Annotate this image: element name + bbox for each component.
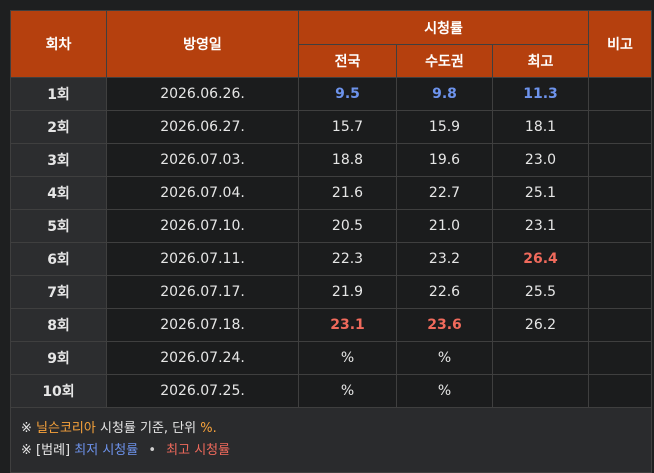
- table-header: 회차 방영일 시청률 비고 전국 수도권 최고: [10, 10, 653, 78]
- remarks-cell: [588, 143, 653, 177]
- episode-cell: 4회: [10, 176, 107, 210]
- peak-cell: 11.3: [491, 77, 590, 111]
- note-unit: %.: [200, 421, 217, 436]
- table-row: 2회 2026.06.27. 15.7 15.9 18.1: [10, 110, 653, 144]
- header-air-date: 방영일: [106, 10, 299, 78]
- capital-cell: 9.8: [396, 77, 493, 111]
- note-mark: ※: [21, 443, 32, 458]
- note-mark: ※: [21, 421, 32, 436]
- nationwide-cell: %: [298, 374, 397, 408]
- nationwide-cell: 21.9: [298, 275, 397, 309]
- table-row: 5회 2026.07.10. 20.5 21.0 23.1: [10, 209, 653, 243]
- table-row: 10회 2026.07.25. % %: [10, 374, 653, 408]
- remarks-cell: [588, 77, 653, 111]
- header-peak: 최고: [491, 44, 590, 78]
- peak-cell: 23.0: [491, 143, 590, 177]
- peak-cell: 18.1: [491, 110, 590, 144]
- episode-cell: 9회: [10, 341, 107, 375]
- remarks-cell: [588, 374, 653, 408]
- remarks-cell: [588, 242, 653, 276]
- table-row: 8회 2026.07.18. 23.1 23.6 26.2: [10, 308, 653, 342]
- nationwide-cell: 20.5: [298, 209, 397, 243]
- table-row: 9회 2026.07.24. % %: [10, 341, 653, 375]
- episode-cell: 7회: [10, 275, 107, 309]
- episode-cell: 2회: [10, 110, 107, 144]
- nationwide-cell: 9.5: [298, 77, 397, 111]
- nationwide-cell: 18.8: [298, 143, 397, 177]
- date-cell: 2026.07.10.: [106, 209, 299, 243]
- nationwide-cell: 21.6: [298, 176, 397, 210]
- capital-cell: %: [396, 374, 493, 408]
- episode-cell: 3회: [10, 143, 107, 177]
- table-notes: ※ 닐슨코리아 시청률 기준, 단위 %. ※ [범례] 최저 시청률 • 최고…: [9, 407, 653, 473]
- date-cell: 2026.07.04.: [106, 176, 299, 210]
- table-row: 4회 2026.07.04. 21.6 22.7 25.1: [10, 176, 653, 210]
- table-row: 1회 2026.06.26. 9.5 9.8 11.3: [10, 77, 653, 111]
- peak-cell: 25.1: [491, 176, 590, 210]
- date-cell: 2026.07.18.: [106, 308, 299, 342]
- table-row: 7회 2026.07.17. 21.9 22.6 25.5: [10, 275, 653, 309]
- date-cell: 2026.07.24.: [106, 341, 299, 375]
- remarks-cell: [588, 209, 653, 243]
- peak-cell: [491, 374, 590, 408]
- remarks-cell: [588, 308, 653, 342]
- note-legend-line: ※ [범례] 최저 시청률 • 최고 시청률: [21, 440, 641, 462]
- capital-cell: 23.2: [396, 242, 493, 276]
- table-body: 1회 2026.06.26. 9.5 9.8 11.3 2회 2026.06.2…: [9, 77, 653, 473]
- peak-cell: 25.5: [491, 275, 590, 309]
- peak-cell: 26.4: [491, 242, 590, 276]
- episode-cell: 1회: [10, 77, 107, 111]
- note-source-line: ※ 닐슨코리아 시청률 기준, 단위 %.: [21, 418, 641, 440]
- episode-cell: 5회: [10, 209, 107, 243]
- legend-highest: 최고 시청률: [166, 443, 231, 458]
- date-cell: 2026.06.26.: [106, 77, 299, 111]
- note-source-text: 시청률 기준, 단위: [100, 421, 197, 436]
- header-remarks: 비고: [588, 10, 653, 78]
- episode-cell: 10회: [10, 374, 107, 408]
- nationwide-cell: 23.1: [298, 308, 397, 342]
- header-episode: 회차: [10, 10, 107, 78]
- ratings-table-container: 회차 방영일 시청률 비고 전국 수도권 최고 1회 2026.06.26. 9…: [9, 10, 653, 473]
- capital-cell: %: [396, 341, 493, 375]
- capital-cell: 21.0: [396, 209, 493, 243]
- remarks-cell: [588, 176, 653, 210]
- header-nationwide: 전국: [298, 44, 397, 78]
- date-cell: 2026.06.27.: [106, 110, 299, 144]
- note-source-name: 닐슨코리아: [36, 421, 96, 436]
- table-row: 3회 2026.07.03. 18.8 19.6 23.0: [10, 143, 653, 177]
- peak-cell: [491, 341, 590, 375]
- table-row: 6회 2026.07.11. 22.3 23.2 26.4: [10, 242, 653, 276]
- nationwide-cell: %: [298, 341, 397, 375]
- nationwide-cell: 15.7: [298, 110, 397, 144]
- episode-cell: 6회: [10, 242, 107, 276]
- date-cell: 2026.07.25.: [106, 374, 299, 408]
- header-ratings-group: 시청률: [297, 10, 590, 45]
- peak-cell: 23.1: [491, 209, 590, 243]
- date-cell: 2026.07.17.: [106, 275, 299, 309]
- peak-cell: 26.2: [491, 308, 590, 342]
- remarks-cell: [588, 110, 653, 144]
- date-cell: 2026.07.03.: [106, 143, 299, 177]
- legend-lowest: 최저 시청률: [74, 443, 139, 458]
- capital-cell: 22.6: [396, 275, 493, 309]
- header-capital: 수도권: [396, 44, 493, 78]
- bullet-icon: •: [148, 443, 157, 458]
- date-cell: 2026.07.11.: [106, 242, 299, 276]
- capital-cell: 15.9: [396, 110, 493, 144]
- notes-row: ※ 닐슨코리아 시청률 기준, 단위 %. ※ [범례] 최저 시청률 • 최고…: [9, 407, 653, 473]
- ratings-table: 회차 방영일 시청률 비고 전국 수도권 최고 1회 2026.06.26. 9…: [9, 10, 653, 473]
- capital-cell: 19.6: [396, 143, 493, 177]
- capital-cell: 22.7: [396, 176, 493, 210]
- capital-cell: 23.6: [396, 308, 493, 342]
- nationwide-cell: 22.3: [298, 242, 397, 276]
- remarks-cell: [588, 341, 653, 375]
- remarks-cell: [588, 275, 653, 309]
- legend-label: [범례]: [36, 443, 71, 458]
- episode-cell: 8회: [10, 308, 107, 342]
